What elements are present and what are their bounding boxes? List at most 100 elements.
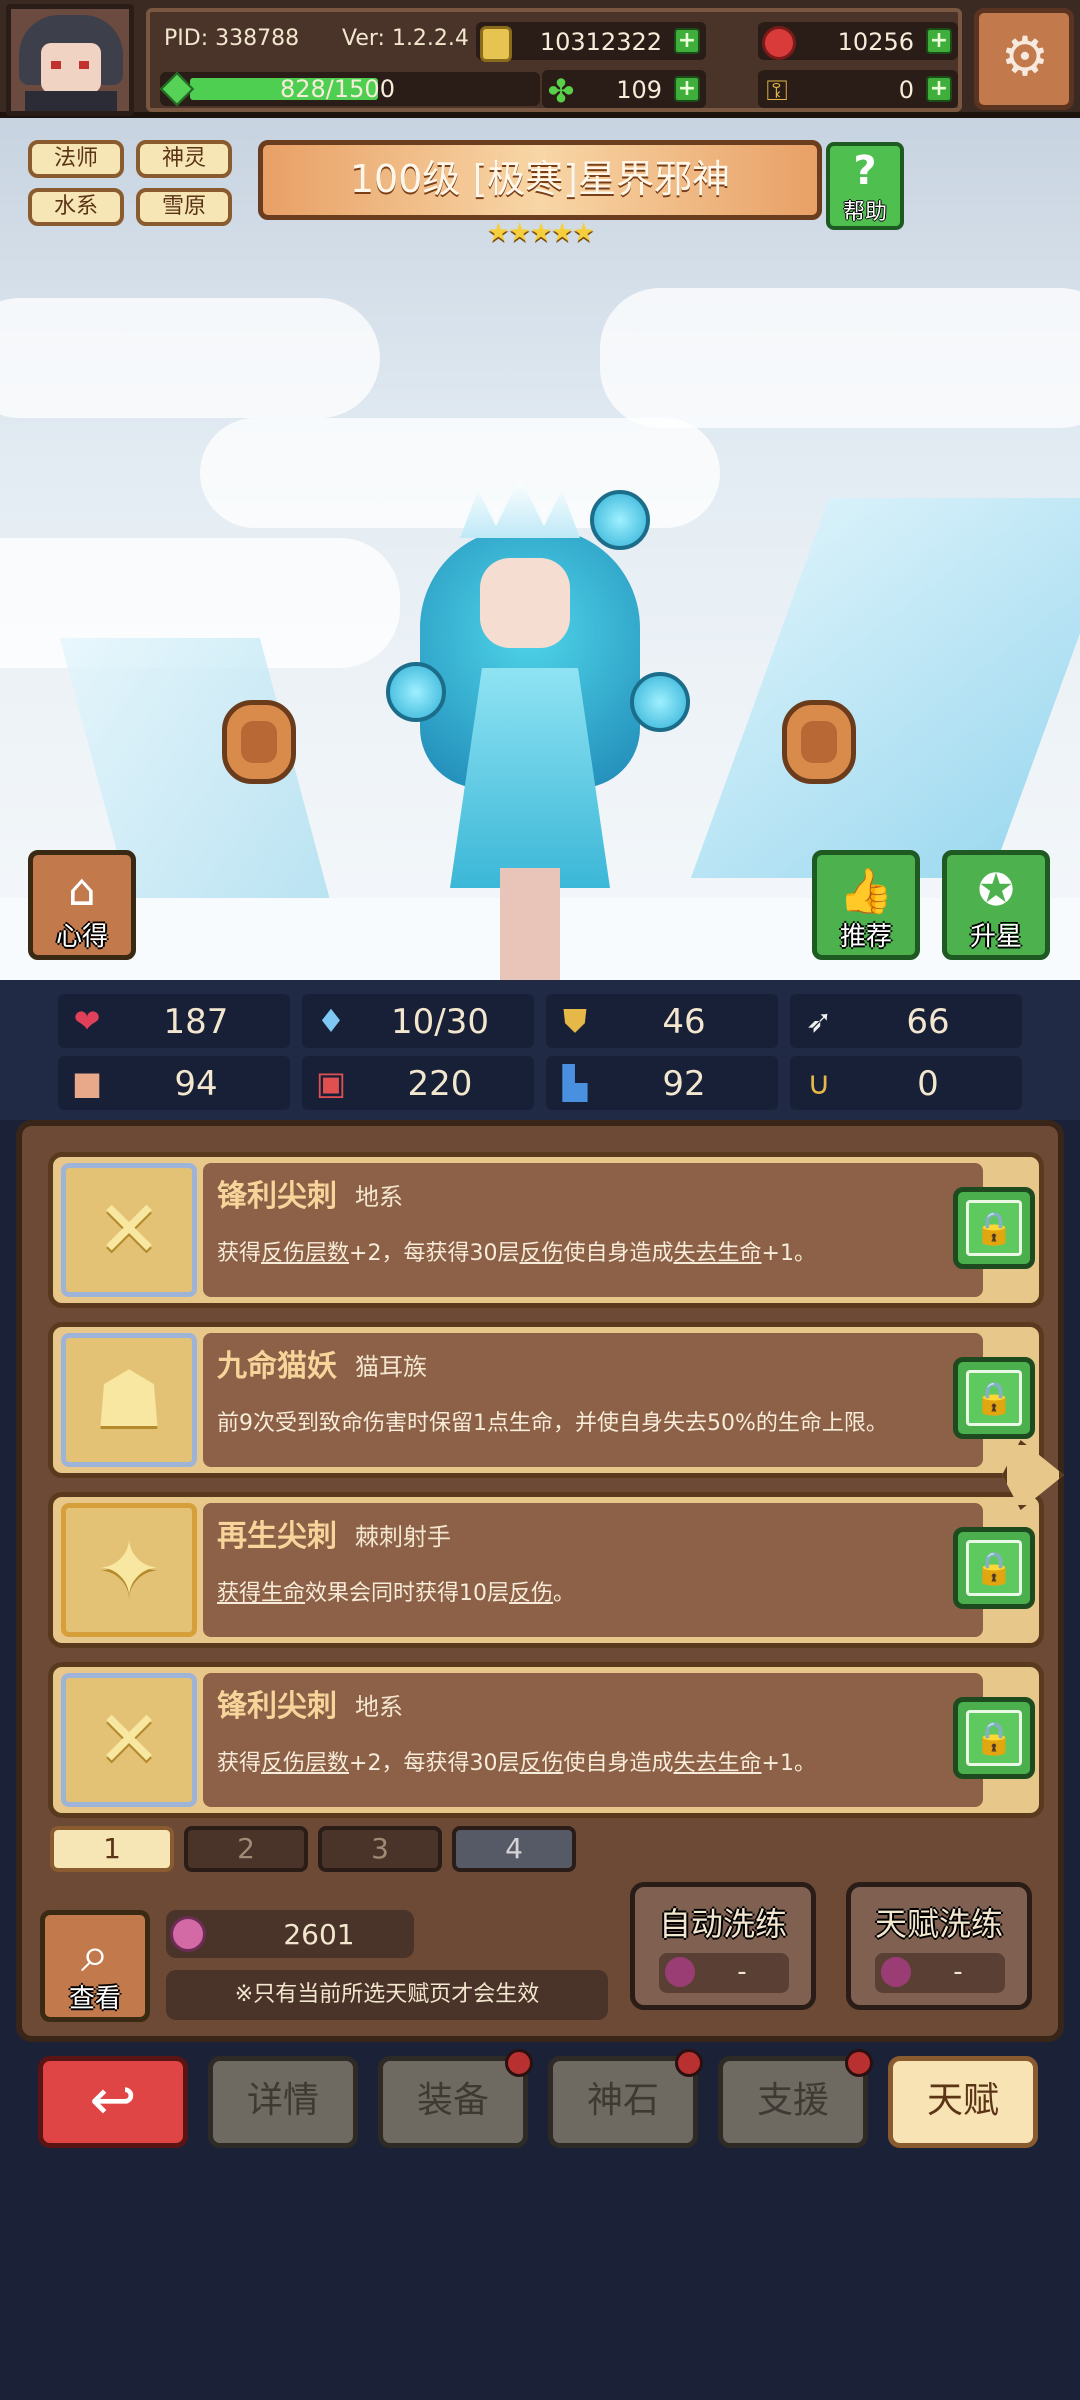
lock-button[interactable]: 🔒 bbox=[953, 1187, 1035, 1269]
ice-orb bbox=[590, 490, 650, 550]
heart-icon: ❤ bbox=[73, 1002, 101, 1040]
talent-name: 再生尖刺 bbox=[217, 1519, 337, 1554]
ice-crystal bbox=[690, 498, 1080, 878]
stat-agility: ▙ 92 bbox=[546, 1056, 778, 1110]
talent-desc: 获得反伤层数+2，每获得30层反伤使自身造成失去生命+1。 bbox=[217, 1241, 816, 1266]
fruit-icon bbox=[170, 1916, 206, 1952]
lock-button[interactable]: 🔒 bbox=[953, 1697, 1035, 1779]
notification-dot bbox=[505, 2049, 533, 2077]
stat-speed: ➶ 66 bbox=[790, 994, 1022, 1048]
robot-icon: ⌂ bbox=[68, 865, 96, 916]
talent-name: 锋利尖刺 bbox=[217, 1179, 337, 1214]
key-value: 0 bbox=[898, 76, 914, 104]
top-bar: PID: 338788 Ver: 1.2.2.4 10312322 + 1025… bbox=[0, 0, 1080, 118]
wing-icon: ➶ bbox=[805, 1002, 833, 1040]
fruit-icon bbox=[881, 1957, 911, 1987]
page-tab-4[interactable]: 4 bbox=[452, 1826, 576, 1872]
view-button[interactable]: ⌕ 查看 bbox=[40, 1910, 150, 2022]
left-stone-slot[interactable] bbox=[222, 700, 296, 784]
game-version: Ver: 1.2.2.4 bbox=[342, 26, 469, 51]
nav-support[interactable]: 支援 bbox=[718, 2049, 873, 2148]
ruby-value: 10256 bbox=[837, 28, 914, 56]
talent-subtitle: 地系 bbox=[355, 1693, 403, 1721]
back-button[interactable]: ↩ bbox=[38, 2056, 188, 2148]
tag-terrain: 雪原 bbox=[136, 188, 232, 226]
talent-subtitle: 地系 bbox=[355, 1183, 403, 1211]
recommend-button[interactable]: 👍 推荐 bbox=[812, 850, 920, 960]
cat-head-icon: ☗ bbox=[94, 1355, 164, 1445]
gear-icon: ⚙ bbox=[1000, 25, 1050, 88]
add-ruby-button[interactable]: + bbox=[926, 28, 952, 54]
talent-card[interactable]: ✕ 锋利尖刺 地系 获得反伤层数+2，每获得30层反伤使自身造成失去生命+1。 … bbox=[48, 1662, 1044, 1818]
auto-wash-cost: - bbox=[659, 1953, 789, 1993]
talent-wash-cost: - bbox=[875, 1953, 1005, 1993]
upstar-label: 升星 bbox=[969, 922, 1022, 952]
tag-class: 法师 bbox=[28, 140, 124, 178]
talent-wash-label: 天赋洗练 bbox=[874, 1905, 1003, 1943]
tag-race: 神灵 bbox=[136, 140, 232, 178]
add-key-button[interactable]: + bbox=[926, 76, 952, 102]
talent-card[interactable]: ✦ 再生尖刺 棘刺射手 获得生命效果会同时获得10层反伤。 🔒 bbox=[48, 1492, 1044, 1648]
talent-wash-button[interactable]: 天赋洗练 - bbox=[846, 1882, 1032, 2010]
page-tab-1[interactable]: 1 bbox=[50, 1826, 174, 1872]
stat-magic: ▣ 220 bbox=[302, 1056, 534, 1110]
star-rating: ★★★★★ bbox=[486, 218, 596, 248]
talent-subtitle: 猫耳族 bbox=[355, 1353, 427, 1381]
stamina-bar: 828/1500 bbox=[159, 71, 540, 107]
stat-hp: ❤ 187 bbox=[58, 994, 290, 1048]
page-tab-2[interactable]: 2 bbox=[184, 1826, 308, 1872]
stat-luck: ∪ 0 bbox=[790, 1056, 1022, 1110]
shield-icon: ⛊ bbox=[562, 1002, 587, 1040]
lock-icon: 🔒 bbox=[966, 1200, 1022, 1256]
talent-desc: 获得反伤层数+2，每获得30层反伤使自身造成失去生命+1。 bbox=[217, 1751, 816, 1776]
talent-page-tabs: 1 2 3 4 bbox=[30, 1826, 590, 1876]
talent-icon-frame: ✕ bbox=[61, 1163, 197, 1297]
experience-button[interactable]: ⌂ 心得 bbox=[28, 850, 136, 960]
talent-page-note: ※只有当前所选天赋页才会生效 bbox=[166, 1970, 608, 2020]
nav-talent[interactable]: 天赋 bbox=[888, 2056, 1038, 2148]
talent-name: 锋利尖刺 bbox=[217, 1689, 337, 1724]
add-clover-button[interactable]: + bbox=[674, 76, 700, 102]
stat-defense: ⛊ 46 bbox=[546, 994, 778, 1048]
water-drop-icon: ♦ bbox=[316, 1002, 346, 1040]
talent-desc: 前9次受到致命伤害时保留1点生命，并使自身失去50%的生命上限。 bbox=[217, 1411, 888, 1436]
nav-equipment[interactable]: 装备 bbox=[378, 2049, 533, 2148]
right-stone-slot[interactable] bbox=[782, 700, 856, 784]
talent-card[interactable]: ✕ 锋利尖刺 地系 获得反伤层数+2，每获得30层反伤使自身造成失去生命+1。 … bbox=[48, 1152, 1044, 1308]
lock-button[interactable]: 🔒 bbox=[953, 1527, 1035, 1609]
talent-subtitle: 棘刺射手 bbox=[355, 1523, 451, 1551]
add-gold-button[interactable]: + bbox=[674, 28, 700, 54]
stat-attack: ■ 94 bbox=[58, 1056, 290, 1110]
help-label: 帮助 bbox=[842, 200, 887, 225]
player-avatar[interactable] bbox=[6, 4, 134, 116]
crossed-spikes-icon: ✕ bbox=[96, 1185, 162, 1275]
player-info-panel: PID: 338788 Ver: 1.2.2.4 10312322 + 1025… bbox=[146, 8, 962, 112]
book-icon: ▣ bbox=[315, 1064, 347, 1102]
key-icon: ⚿ bbox=[766, 74, 788, 107]
lock-button[interactable]: 🔒 bbox=[953, 1357, 1035, 1439]
stats-panel: ❤ 187 ♦ 10/30 ⛊ 46 ➶ 66 ■ 94 ▣ 220 ▙ 92 … bbox=[0, 980, 1080, 1120]
talent-card[interactable]: ☗ 九命猫妖 猫耳族 前9次受到致命伤害时保留1点生命，并使自身失去50%的生命… bbox=[48, 1322, 1044, 1478]
experience-label: 心得 bbox=[55, 922, 108, 952]
page-tab-3[interactable]: 3 bbox=[318, 1826, 442, 1872]
view-label: 查看 bbox=[68, 1984, 121, 2014]
talent-desc: 获得生命效果会同时获得10层反伤。 bbox=[217, 1581, 576, 1606]
nav-details[interactable]: 详情 bbox=[208, 2056, 358, 2148]
fruit-value: 2601 bbox=[283, 1918, 355, 1951]
help-button[interactable]: ? 帮助 bbox=[826, 142, 904, 230]
lock-icon: 🔒 bbox=[966, 1370, 1022, 1426]
gold-value: 10312322 bbox=[539, 28, 662, 56]
settings-button[interactable]: ⚙ bbox=[974, 8, 1074, 110]
player-id: PID: 338788 bbox=[164, 26, 300, 51]
notification-dot bbox=[675, 2049, 703, 2077]
gold-coin-icon bbox=[480, 26, 512, 62]
talent-icon-frame: ☗ bbox=[61, 1333, 197, 1467]
upstar-button[interactable]: ✪ 升星 bbox=[942, 850, 1050, 960]
auto-wash-button[interactable]: 自动洗练 - bbox=[630, 1882, 816, 2010]
fruit-icon bbox=[665, 1957, 695, 1987]
nav-godstone[interactable]: 神石 bbox=[548, 2049, 703, 2148]
stat-mana: ♦ 10/30 bbox=[302, 994, 534, 1048]
talent-name: 九命猫妖 bbox=[217, 1349, 337, 1384]
thumbs-up-icon: 👍 bbox=[838, 866, 894, 917]
boot-icon: ▙ bbox=[562, 1064, 588, 1102]
